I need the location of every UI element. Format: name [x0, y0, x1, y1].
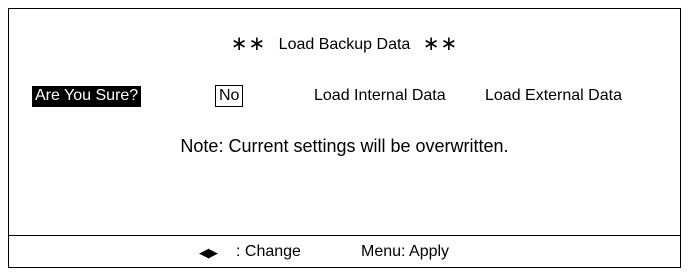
confirmation-row: Are You Sure? No Load Internal Data Load… — [9, 85, 680, 110]
title-stars-right: ∗∗ — [422, 33, 459, 55]
dialog-title-text: Load Backup Data — [278, 36, 411, 53]
option-load-external-data[interactable]: Load External Data — [485, 87, 622, 105]
option-load-internal-data[interactable]: Load Internal Data — [314, 87, 446, 105]
change-hint: : Change — [236, 243, 301, 260]
dialog-title: ∗∗ Load Backup Data ∗∗ — [9, 31, 680, 56]
title-stars-left: ∗∗ — [230, 33, 267, 55]
confirmation-question: Are You Sure? — [32, 86, 142, 107]
left-right-arrows-icon: ◀▶ — [199, 245, 218, 260]
apply-hint: Menu: Apply — [361, 243, 450, 260]
footer-hints: ◀▶ : Change Menu: Apply — [9, 235, 680, 269]
load-backup-dialog: ∗∗ Load Backup Data ∗∗ Are You Sure? No … — [8, 8, 681, 268]
option-no[interactable]: No — [215, 85, 244, 107]
overwrite-note: Note: Current settings will be overwritt… — [180, 136, 509, 156]
